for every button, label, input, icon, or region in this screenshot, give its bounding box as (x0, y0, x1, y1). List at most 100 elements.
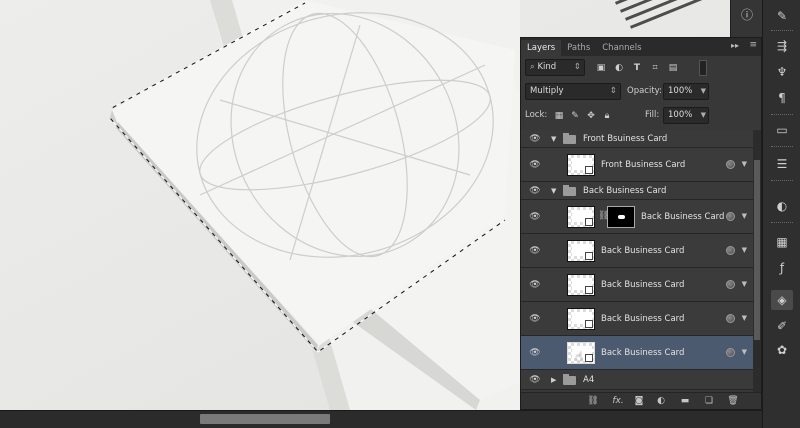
brush-presets-icon[interactable]: ✎ (771, 6, 793, 26)
layer-name: Back Business Card (641, 212, 725, 222)
visibility-eye-icon[interactable]: 👁︎ (529, 134, 541, 144)
expand-arrow-icon[interactable]: ▼ (551, 135, 556, 143)
layer-name: Back Business Card (583, 186, 667, 196)
tab-channels[interactable]: Channels (596, 40, 647, 56)
lock-row: Lock: ▦ ✎ ✥ 🔒︎ Fill: 100% ▼ (521, 106, 761, 126)
kind-filter-select[interactable]: ⌕ Kind ⇕ (525, 59, 585, 76)
lock-transparency-icon[interactable]: ▦ (553, 110, 565, 122)
blend-mode-select[interactable]: Multiply ⇕ (525, 83, 621, 100)
image-filter-icon[interactable]: ▣ (595, 62, 607, 74)
opacity-value: 100% (668, 86, 693, 96)
lock-position-icon[interactable]: ✥ (585, 110, 597, 122)
expand-effects-icon[interactable]: ▼ (742, 212, 747, 220)
layer-name: Back Business Card (601, 314, 685, 324)
delete-layer-icon[interactable]: 🗑︎ (727, 396, 739, 407)
layer-row[interactable]: 👁︎ Back Business Card ▼ (521, 234, 753, 268)
visibility-eye-icon[interactable]: 👁︎ (529, 314, 541, 324)
tool-presets-icon[interactable]: ♆ (771, 62, 793, 82)
adjustment-filter-icon[interactable]: ◐ (613, 62, 625, 74)
layer-name: Front Bsuiness Card (583, 134, 668, 144)
layer-row[interactable]: 👁︎ Back Business Card ▼ (521, 268, 753, 302)
expand-effects-icon[interactable]: ▼ (742, 280, 747, 288)
visibility-eye-icon[interactable]: 👁︎ (529, 375, 541, 385)
visibility-eye-icon[interactable]: 👁︎ (529, 212, 541, 222)
layer-thumbnail (567, 154, 595, 176)
visibility-eye-icon[interactable]: 👁︎ (529, 280, 541, 290)
visibility-eye-icon[interactable]: 👁︎ (529, 246, 541, 256)
expand-effects-icon[interactable]: ▼ (742, 246, 747, 254)
kind-filter-label: Kind (537, 62, 557, 72)
expand-arrow-icon[interactable]: ▼ (551, 187, 556, 195)
link-layers-icon[interactable]: ⛓︎ (587, 396, 599, 407)
layers-scroll-thumb[interactable] (754, 160, 760, 340)
filter-row: ⌕ Kind ⇕ ▣ ◐ T ⌗ ▤ (521, 58, 761, 78)
layer-row[interactable]: 👁︎ Back Business Card ▼ (521, 302, 753, 336)
notes-icon[interactable]: ▭ (771, 120, 793, 140)
fx-icon[interactable]: fx. (609, 396, 627, 407)
layer-thumbnail (567, 274, 595, 296)
panel-menu-icon[interactable]: ≡ (749, 40, 757, 50)
new-layer-icon[interactable]: ❏ (703, 396, 715, 407)
smart-object-badge-icon (585, 252, 593, 260)
properties-icon[interactable]: ☰ (771, 154, 793, 174)
fill-field[interactable]: 100% ▼ (663, 107, 709, 124)
paths-icon[interactable]: ✐ (771, 316, 793, 336)
layer-group-a4[interactable]: 👁︎ ▶ A4 (521, 370, 753, 390)
smart-object-badge-icon (585, 286, 593, 294)
fill-label: Fill: (645, 110, 660, 120)
horizontal-scrollbar[interactable] (0, 410, 762, 428)
layer-row[interactable]: 👁︎ ⛓︎ Back Business Card ▼ (521, 200, 753, 234)
collapsed-arrow-icon[interactable]: ▶ (551, 376, 556, 384)
smart-filter-icon (726, 160, 735, 169)
character-icon[interactable]: ¶ (771, 88, 793, 108)
layer-thumbnail (567, 240, 595, 262)
styles-icon[interactable]: ƒ (771, 258, 793, 278)
new-group-icon[interactable]: ▬ (679, 396, 691, 407)
visibility-eye-icon[interactable]: 👁︎ (529, 186, 541, 196)
smart-filter-icon (726, 280, 735, 289)
collapse-panel-icon[interactable]: ▸▸ (731, 41, 739, 50)
lock-pixels-icon[interactable]: ✎ (569, 110, 581, 122)
layer-row-selected[interactable]: 👁︎ ☝ Back Business Card ▼ (521, 336, 753, 370)
layers-vertical-scrollbar[interactable] (753, 130, 761, 394)
layer-mask-thumbnail[interactable] (607, 206, 635, 228)
layer-name: Back Business Card (601, 280, 685, 290)
shape-filter-icon[interactable]: ⌗ (649, 62, 661, 74)
info-icon[interactable]: ⓘ (736, 4, 758, 24)
tab-layers[interactable]: Layers (521, 40, 562, 56)
expand-effects-icon[interactable]: ▼ (742, 314, 747, 322)
folder-icon (563, 374, 576, 385)
panel-dock-strip: ✎ ⇶ ♆ ¶ ▭ ☰ ◐ ▦ ƒ ◈ ✐ ✿ (762, 0, 800, 428)
layers-panel: Layers Paths Channels ▸▸ ≡ ⌕ Kind ⇕ ▣ ◐ … (520, 37, 762, 410)
smart-object-badge-icon (585, 218, 593, 226)
layer-name: Front Business Card (601, 160, 686, 170)
hand-cursor-icon: ☝ (575, 350, 583, 365)
layer-group-front[interactable]: 👁︎ ▼ Front Bsuiness Card (521, 130, 753, 148)
layer-row[interactable]: 👁︎ Front Business Card ▼ (521, 148, 753, 182)
chevron-updown-icon: ⇕ (573, 62, 581, 72)
adjustment-layer-icon[interactable]: ◐ (655, 396, 667, 407)
filter-toggle-icon[interactable] (699, 60, 707, 76)
layer-name: Back Business Card (601, 348, 685, 358)
swatches-icon[interactable]: ▦ (771, 232, 793, 252)
opacity-field[interactable]: 100% ▼ (663, 83, 709, 100)
lock-all-icon[interactable]: 🔒︎ (601, 110, 613, 122)
smart-object-filter-icon[interactable]: ▤ (667, 62, 679, 74)
layers-icon[interactable]: ◈ (771, 290, 793, 310)
layer-group-back[interactable]: 👁︎ ▼ Back Business Card (521, 182, 753, 200)
expand-effects-icon[interactable]: ▼ (742, 348, 747, 356)
horizontal-scroll-thumb[interactable] (200, 414, 330, 424)
opacity-label: Opacity: (627, 86, 662, 96)
add-mask-icon[interactable]: ◙ (633, 396, 645, 407)
clone-source-icon[interactable]: ⇶ (771, 36, 793, 56)
adjustments-icon[interactable]: ◐ (771, 196, 793, 216)
channels-icon[interactable]: ✿ (771, 340, 793, 360)
visibility-eye-icon[interactable]: 👁︎ (529, 348, 541, 358)
type-filter-icon[interactable]: T (631, 62, 643, 74)
folder-icon (563, 133, 576, 144)
expand-effects-icon[interactable]: ▼ (742, 160, 747, 168)
visibility-eye-icon[interactable]: 👁︎ (529, 160, 541, 170)
blend-mode-value: Multiply (530, 86, 564, 96)
tab-paths[interactable]: Paths (561, 40, 596, 56)
blend-row: Multiply ⇕ Opacity: 100% ▼ (521, 82, 761, 102)
